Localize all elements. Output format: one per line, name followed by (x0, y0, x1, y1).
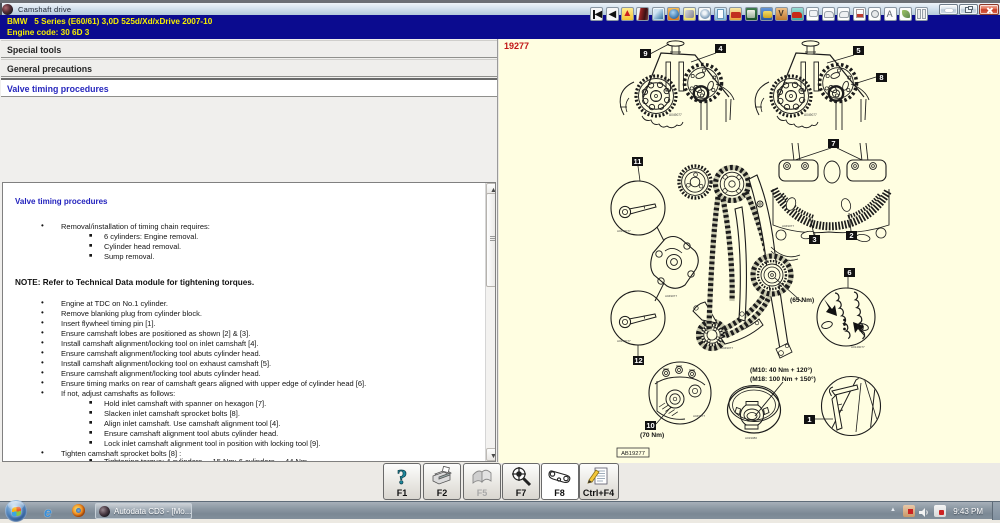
svg-text:A049077: A049077 (721, 346, 733, 350)
svg-text:A0149077: A0149077 (851, 345, 865, 349)
svg-text:A019080: A019080 (745, 436, 757, 440)
svg-text:12: 12 (634, 356, 642, 365)
svg-text:2: 2 (849, 231, 853, 240)
svg-text:(M18: 100 Nm + 150°): (M18: 100 Nm + 150°) (750, 375, 816, 383)
svg-text:A049077: A049077 (665, 294, 677, 298)
svg-text:A0149077: A0149077 (617, 229, 631, 233)
svg-text:A0149077: A0149077 (617, 339, 631, 343)
svg-text:(70 Nm): (70 Nm) (640, 432, 664, 439)
svg-text:8: 8 (879, 73, 883, 82)
svg-text:11: 11 (634, 157, 642, 166)
svg-text:(65 Nm): (65 Nm) (790, 297, 814, 304)
svg-text:6: 6 (847, 268, 851, 277)
svg-text:9: 9 (643, 49, 647, 58)
svg-text:A049077: A049077 (669, 113, 682, 117)
svg-text:(M10: 40 Nm + 120°): (M10: 40 Nm + 120°) (750, 366, 812, 374)
svg-text:10: 10 (646, 421, 654, 430)
svg-text:5: 5 (856, 46, 860, 55)
svg-text:3: 3 (812, 235, 816, 244)
svg-text:AB19277: AB19277 (621, 451, 645, 457)
svg-text:A049077: A049077 (782, 224, 794, 228)
svg-text:A049077: A049077 (693, 414, 705, 418)
svg-text:?: ? (397, 466, 408, 488)
svg-text:1: 1 (807, 415, 811, 424)
svg-text:A049077: A049077 (804, 113, 817, 117)
svg-text:7: 7 (831, 139, 835, 148)
